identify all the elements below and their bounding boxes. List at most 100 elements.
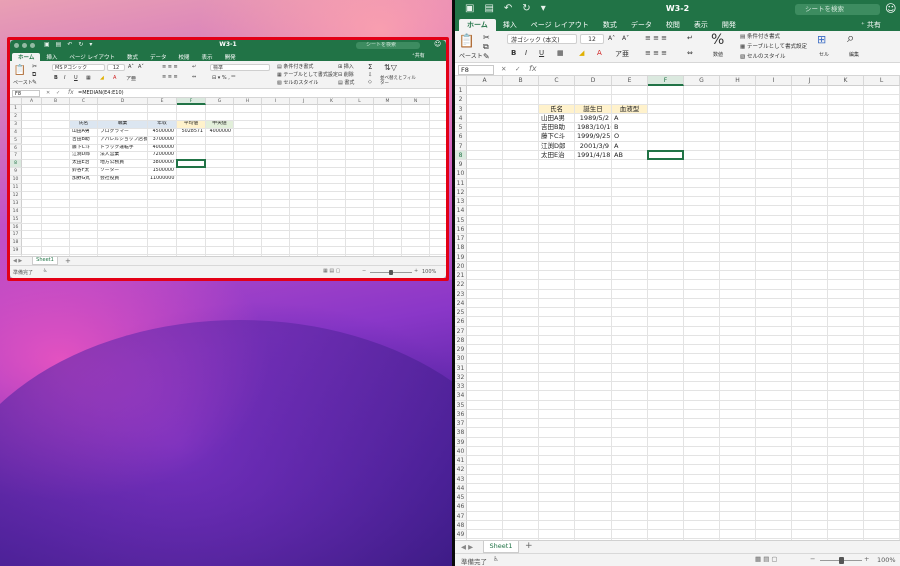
row-header[interactable]: 8 bbox=[455, 150, 467, 160]
border-icon[interactable]: ▦ bbox=[557, 49, 564, 57]
row-header[interactable]: 10 bbox=[10, 176, 22, 184]
format-painter-icon[interactable]: ✎ bbox=[32, 79, 37, 86]
column-header[interactable]: M bbox=[374, 98, 402, 105]
row-header[interactable]: 28 bbox=[455, 335, 467, 345]
column-header[interactable]: F bbox=[648, 76, 684, 86]
font-color-icon[interactable]: A bbox=[113, 75, 116, 81]
row-header[interactable]: 39 bbox=[455, 437, 467, 447]
row-header[interactable]: 31 bbox=[455, 363, 467, 373]
row-header[interactable]: 10 bbox=[455, 169, 467, 179]
row-header[interactable]: 14 bbox=[10, 207, 22, 216]
row-header[interactable]: 46 bbox=[455, 502, 467, 512]
table-cell[interactable]: B bbox=[612, 123, 647, 131]
column-header[interactable]: F bbox=[177, 98, 206, 105]
table-cell[interactable]: 太田E治 bbox=[70, 160, 97, 167]
table-cell[interactable]: 2001/3/9 bbox=[575, 142, 611, 150]
row-header[interactable]: 4 bbox=[10, 128, 22, 137]
fill-color-icon[interactable]: ◢ bbox=[579, 49, 584, 57]
sort-filter-label[interactable]: 並べ替えとフィルター bbox=[380, 76, 416, 86]
align-left-icon[interactable]: ≡ ≡ ≡ bbox=[645, 49, 667, 57]
tab-review[interactable]: 校閲 bbox=[659, 19, 687, 31]
table-cell[interactable]: 4000000 bbox=[206, 129, 233, 136]
enter-icon[interactable]: ✓ bbox=[515, 65, 520, 73]
insert-cells-button[interactable]: ⊞ 挿入 bbox=[338, 63, 354, 70]
row-header[interactable]: 6 bbox=[10, 144, 22, 153]
sort-filter-icon[interactable]: ⇅▽ bbox=[384, 63, 397, 72]
cancel-icon[interactable]: ✕ bbox=[501, 65, 506, 73]
column-header[interactable]: B bbox=[42, 98, 70, 105]
row-header[interactable]: 2 bbox=[10, 112, 22, 121]
row-header[interactable]: 8 bbox=[10, 160, 22, 169]
table-cell[interactable]: 1983/10/16 bbox=[575, 123, 611, 131]
table-cell[interactable]: 3700000 bbox=[148, 137, 176, 144]
row-header[interactable]: 47 bbox=[455, 511, 467, 521]
table-cell[interactable]: 山田A男 bbox=[70, 129, 97, 136]
tab-insert[interactable]: 挿入 bbox=[496, 19, 524, 31]
column-header[interactable]: L bbox=[346, 98, 374, 105]
row-header[interactable]: 3 bbox=[455, 104, 467, 114]
row-header[interactable]: 37 bbox=[455, 419, 467, 429]
table-header-cell[interactable]: 氏名 bbox=[70, 120, 97, 128]
italic-button[interactable]: I bbox=[64, 75, 65, 81]
table-cell[interactable]: 鈴谷F太 bbox=[70, 168, 97, 175]
fill-icon[interactable]: ⇩ bbox=[368, 72, 372, 78]
column-header[interactable]: G bbox=[206, 98, 234, 105]
row-header[interactable]: 24 bbox=[455, 298, 467, 308]
accessibility-icon[interactable]: ♿ bbox=[493, 555, 499, 563]
table-header-cell[interactable]: 平均値 bbox=[177, 120, 205, 128]
feedback-smiley-icon[interactable]: ☺ bbox=[434, 40, 441, 48]
font-size-select[interactable]: 12 bbox=[580, 34, 604, 44]
tab-developer[interactable]: 開発 bbox=[715, 19, 743, 31]
row-header[interactable]: 26 bbox=[455, 317, 467, 327]
row-header[interactable]: 19 bbox=[10, 247, 22, 256]
add-sheet-icon[interactable]: + bbox=[525, 541, 533, 551]
row-header[interactable]: 12 bbox=[10, 191, 22, 200]
zoom-out-icon[interactable]: − bbox=[362, 268, 366, 274]
table-cell[interactable]: 太田E治 bbox=[539, 151, 574, 159]
tab-developer[interactable]: 開発 bbox=[219, 53, 242, 61]
formula-input[interactable]: =MEDIAN(E4:E10) bbox=[78, 90, 438, 96]
row-header[interactable]: 14 bbox=[455, 206, 467, 216]
table-cell[interactable]: 藤下C斗 bbox=[70, 145, 97, 152]
column-header[interactable]: G bbox=[684, 76, 720, 86]
share-button[interactable]: ⁺ 共有 bbox=[861, 20, 881, 30]
column-header[interactable]: H bbox=[234, 98, 262, 105]
row-header[interactable]: 4 bbox=[455, 113, 467, 123]
search-icon[interactable]: ⌕ bbox=[847, 31, 854, 46]
cell-style-button[interactable]: ▧ セルのスタイル bbox=[740, 52, 785, 60]
row-header[interactable]: 41 bbox=[455, 456, 467, 466]
column-header[interactable]: E bbox=[612, 76, 648, 86]
column-header[interactable]: C bbox=[539, 76, 575, 86]
tab-review[interactable]: 校閲 bbox=[173, 53, 196, 61]
table-cell[interactable]: 江渕D郎 bbox=[539, 142, 574, 150]
sheet-tab-sheet1[interactable]: Sheet1 bbox=[32, 257, 58, 265]
column-header[interactable]: K bbox=[828, 76, 864, 86]
row-header[interactable]: 44 bbox=[455, 483, 467, 493]
delete-cells-button[interactable]: ⊟ 削除 bbox=[338, 71, 354, 78]
underline-button[interactable]: U bbox=[74, 75, 78, 81]
row-header[interactable]: 16 bbox=[455, 224, 467, 234]
font-grow-icon[interactable]: A˄ bbox=[608, 35, 615, 42]
worksheet-grid[interactable]: A B C D E F G H I J K L 1 2 3 4 5 6 7 8 9 10 11 12 13 14 15 16 17 18 1… bbox=[455, 76, 900, 540]
worksheet-grid[interactable]: A B C D E F G H I J K L M N 1 2 3 4 5 6 7 8 9 10 11 12 13 14 15 16 17 1… bbox=[10, 98, 446, 256]
row-header[interactable]: 11 bbox=[10, 184, 22, 192]
row-header[interactable]: 43 bbox=[455, 474, 467, 484]
clear-icon[interactable]: ◇ bbox=[368, 79, 372, 85]
name-box[interactable]: F8 bbox=[12, 90, 40, 97]
row-header[interactable]: 13 bbox=[455, 197, 467, 207]
copy-icon[interactable]: ⧉ bbox=[483, 42, 489, 52]
table-cell[interactable]: 法人営業 bbox=[98, 152, 147, 159]
cut-icon[interactable]: ✂ bbox=[32, 63, 37, 70]
tab-insert[interactable]: 挿入 bbox=[40, 53, 63, 61]
font-name-select[interactable]: MS Pゴシック bbox=[52, 64, 105, 71]
row-header[interactable]: 18 bbox=[455, 243, 467, 253]
row-header[interactable]: 13 bbox=[10, 199, 22, 208]
underline-button[interactable]: U bbox=[539, 49, 544, 57]
tab-page-layout[interactable]: ページ レイアウト bbox=[63, 53, 121, 61]
table-cell[interactable]: 1991/4/18 bbox=[575, 151, 611, 159]
align-top-icon[interactable]: ≡ ≡ ≡ bbox=[162, 64, 178, 70]
border-icon[interactable]: ▦ bbox=[86, 75, 91, 81]
table-format-button[interactable]: ▦ テーブルとして書式設定 bbox=[740, 42, 807, 50]
row-header[interactable]: 15 bbox=[455, 215, 467, 225]
font-name-select[interactable]: 游ゴシック (本文) bbox=[507, 34, 577, 44]
